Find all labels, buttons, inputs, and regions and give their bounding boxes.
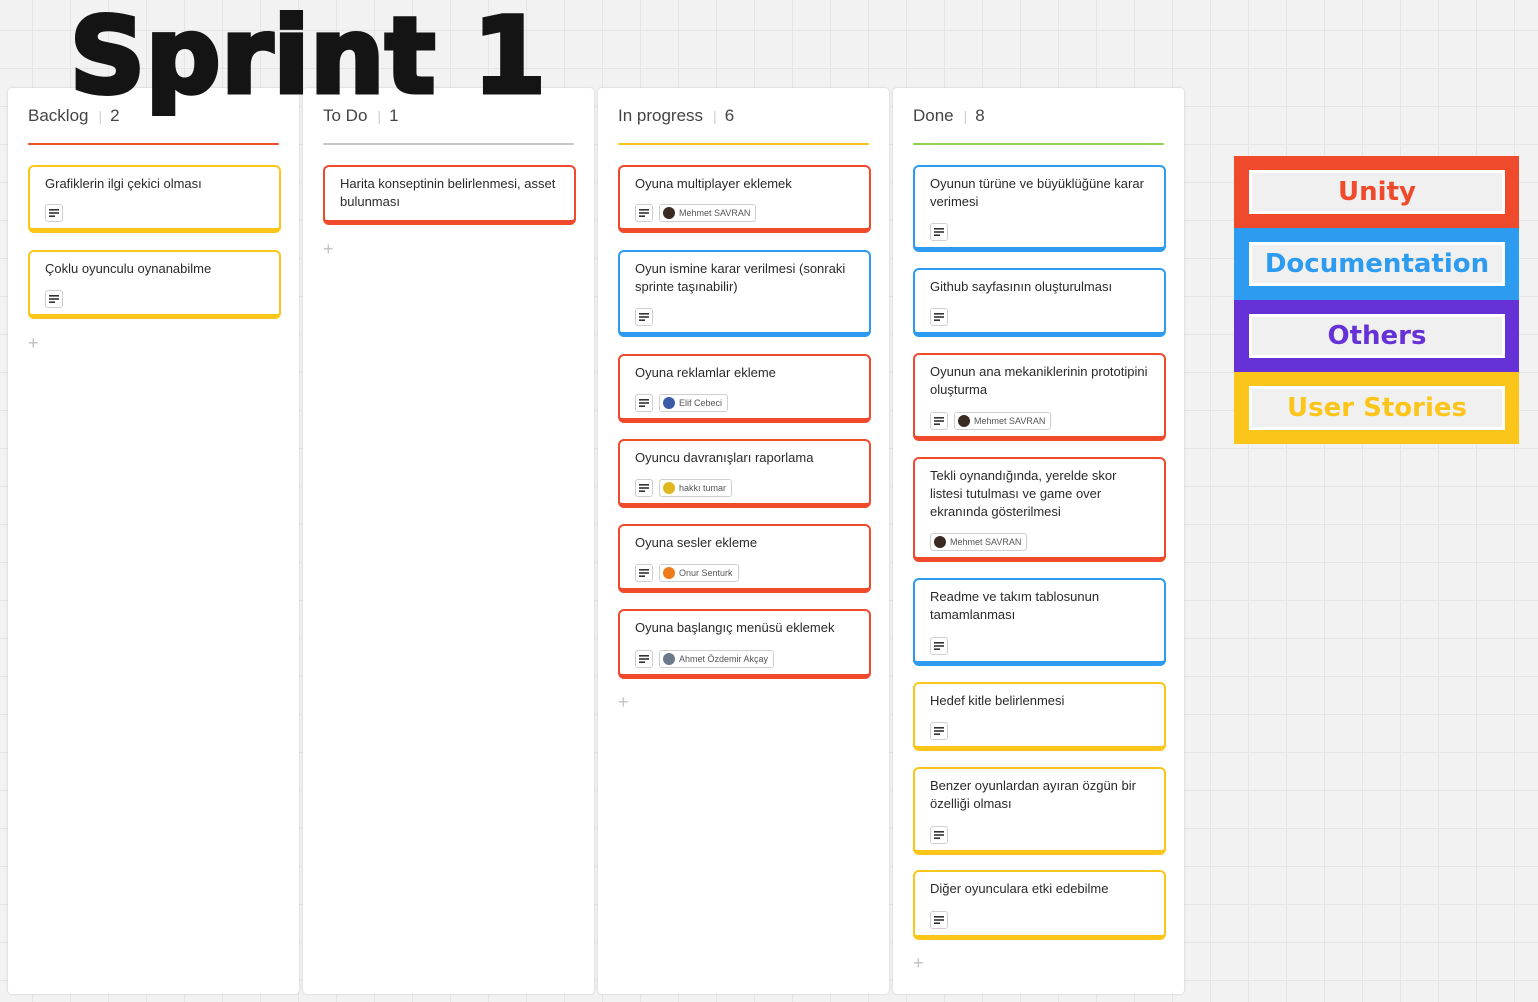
card-title: Tekli oynandığında, yerelde skor listesi… xyxy=(930,468,1117,519)
card[interactable]: Oyuna multiplayer eklemek Mehmet SAVRAN xyxy=(618,165,871,233)
assignee-chip[interactable]: Onur Senturk xyxy=(659,564,739,582)
avatar xyxy=(958,415,970,427)
card[interactable]: Oyunun ana mekaniklerinin prototipini ol… xyxy=(913,353,1166,441)
legend-label: User Stories xyxy=(1249,386,1505,430)
card[interactable]: Oyunun türüne ve büyüklüğüne karar verim… xyxy=(913,165,1166,252)
column-count: 6 xyxy=(724,106,735,125)
column-todo: To Do | 1 Harita konseptinin belirlenmesi,… xyxy=(303,88,594,994)
card[interactable]: Çoklu oyunculu oynanabilme xyxy=(28,250,281,319)
avatar xyxy=(934,536,946,548)
card[interactable]: Benzer oyunlardan ayıran özgün bir özell… xyxy=(913,767,1166,855)
card[interactable]: Grafiklerin ilgi çekici olması xyxy=(28,165,281,233)
card-title: Oyuncu davranışları raporlama xyxy=(635,450,814,465)
column-divider xyxy=(323,143,574,145)
description-icon[interactable] xyxy=(635,394,653,412)
card[interactable]: Oyuna başlangıç menüsü eklemek Ahmet Özd… xyxy=(618,609,871,679)
card[interactable]: Harita konseptinin belirlenmesi, asset b… xyxy=(323,165,576,225)
legend-label: Unity xyxy=(1249,170,1505,214)
legend-item-unity[interactable]: Unity xyxy=(1234,156,1519,228)
card[interactable]: Github sayfasının oluşturulması xyxy=(913,268,1166,337)
description-icon[interactable] xyxy=(930,223,948,241)
description-icon[interactable] xyxy=(635,479,653,497)
assignee-chip[interactable]: Ahmet Özdemir Akçay xyxy=(659,650,775,668)
card[interactable]: Readme ve takım tablosunun tamamlanması xyxy=(913,578,1166,666)
assignee-chip[interactable]: Mehmet SAVRAN xyxy=(954,412,1052,430)
card[interactable]: Oyuna sesler ekleme Onur Senturk xyxy=(618,524,871,593)
description-icon[interactable] xyxy=(635,564,653,582)
card[interactable]: Hedef kitle belirlenmesi xyxy=(913,682,1166,751)
card-title: Oyuna reklamlar ekleme xyxy=(635,365,776,380)
legend-label: Others xyxy=(1249,314,1505,358)
assignee-name: Onur Senturk xyxy=(679,568,733,578)
column-title: In progress xyxy=(618,106,704,125)
column-divider xyxy=(28,143,279,145)
assignee-chip[interactable]: Elif Cebeci xyxy=(659,394,729,412)
card[interactable]: Oyuna reklamlar ekleme Elif Cebeci xyxy=(618,354,871,423)
assignee-name: Mehmet SAVRAN xyxy=(974,416,1046,426)
card-title: Oyun ismine karar verilmesi (sonraki spr… xyxy=(635,261,846,294)
add-card-button[interactable]: + xyxy=(28,334,39,352)
column-backlog: Backlog | 2 Grafiklerin ilgi çekici olması… xyxy=(8,88,299,994)
card-title: Oyuna multiplayer eklemek xyxy=(635,176,792,191)
column-in-progress: In progress | 6 Oyuna multiplayer eklemek … xyxy=(598,88,889,994)
avatar xyxy=(663,653,675,665)
card[interactable]: Oyun ismine karar verilmesi (sonraki spr… xyxy=(618,250,871,337)
assignee-name: Mehmet SAVRAN xyxy=(679,208,751,218)
description-icon[interactable] xyxy=(635,308,653,326)
card-title: Diğer oyunculara etki edebilme xyxy=(930,881,1109,896)
description-icon[interactable] xyxy=(635,204,653,222)
card-title: Readme ve takım tablosunun tamamlanması xyxy=(930,589,1100,622)
description-icon[interactable] xyxy=(45,204,63,222)
card[interactable]: Oyuncu davranışları raporlama hakkı tuma… xyxy=(618,439,871,508)
column-header[interactable]: In progress | 6 xyxy=(618,104,869,145)
legend-item-user-stories[interactable]: User Stories xyxy=(1234,372,1519,444)
card-title: Grafiklerin ilgi çekici olması xyxy=(45,176,202,191)
assignee-name: hakkı tumar xyxy=(679,483,727,493)
add-card-button[interactable]: + xyxy=(618,693,629,711)
add-card-button[interactable]: + xyxy=(323,240,334,258)
board-title: Sprint 1 xyxy=(68,0,549,119)
column-header[interactable]: Done | 8 xyxy=(913,104,1164,145)
card-title: Oyuna sesler ekleme xyxy=(635,535,758,550)
description-icon[interactable] xyxy=(930,412,948,430)
assignee-chip[interactable]: Mehmet SAVRAN xyxy=(930,533,1028,551)
description-icon[interactable] xyxy=(635,650,653,668)
avatar xyxy=(663,207,675,219)
description-icon[interactable] xyxy=(930,826,948,844)
add-card-button[interactable]: + xyxy=(913,954,924,972)
card-title: Hedef kitle belirlenmesi xyxy=(930,693,1065,708)
description-icon[interactable] xyxy=(930,308,948,326)
description-icon[interactable] xyxy=(930,911,948,929)
card-title: Oyunun türüne ve büyüklüğüne karar verim… xyxy=(930,176,1144,209)
card-title: Oyuna başlangıç menüsü eklemek xyxy=(635,620,835,635)
column-count: 8 xyxy=(975,106,985,125)
card-title: Harita konseptinin belirlenmesi, asset b… xyxy=(340,176,556,209)
card[interactable]: Diğer oyunculara etki edebilme xyxy=(913,870,1166,940)
legend-item-others[interactable]: Others xyxy=(1234,300,1519,372)
card[interactable]: Tekli oynandığında, yerelde skor listesi… xyxy=(913,457,1166,562)
avatar xyxy=(663,397,675,409)
column-title: Done xyxy=(913,106,954,125)
color-legend: Unity Documentation Others User Stories xyxy=(1234,156,1519,444)
avatar xyxy=(663,567,675,579)
description-icon[interactable] xyxy=(930,637,948,655)
column-divider xyxy=(913,143,1164,145)
card-title: Benzer oyunlardan ayıran özgün bir özell… xyxy=(930,778,1136,811)
card-title: Oyunun ana mekaniklerinin prototipini ol… xyxy=(930,364,1148,397)
legend-item-documentation[interactable]: Documentation xyxy=(1234,228,1519,300)
avatar xyxy=(663,482,675,494)
assignee-name: Mehmet SAVRAN xyxy=(950,537,1022,547)
card-title: Çoklu oyunculu oynanabilme xyxy=(45,261,212,276)
assignee-name: Ahmet Özdemir Akçay xyxy=(679,654,769,664)
description-icon[interactable] xyxy=(930,722,948,740)
legend-label: Documentation xyxy=(1249,242,1505,286)
assignee-chip[interactable]: hakkı tumar xyxy=(659,479,733,497)
card-title: Github sayfasının oluşturulması xyxy=(930,279,1113,294)
column-divider xyxy=(618,143,869,145)
description-icon[interactable] xyxy=(45,290,63,308)
assignee-chip[interactable]: Mehmet SAVRAN xyxy=(659,204,757,222)
column-done: Done | 8 Oyunun türüne ve büyüklüğüne kara… xyxy=(893,88,1184,994)
assignee-name: Elif Cebeci xyxy=(679,398,723,408)
